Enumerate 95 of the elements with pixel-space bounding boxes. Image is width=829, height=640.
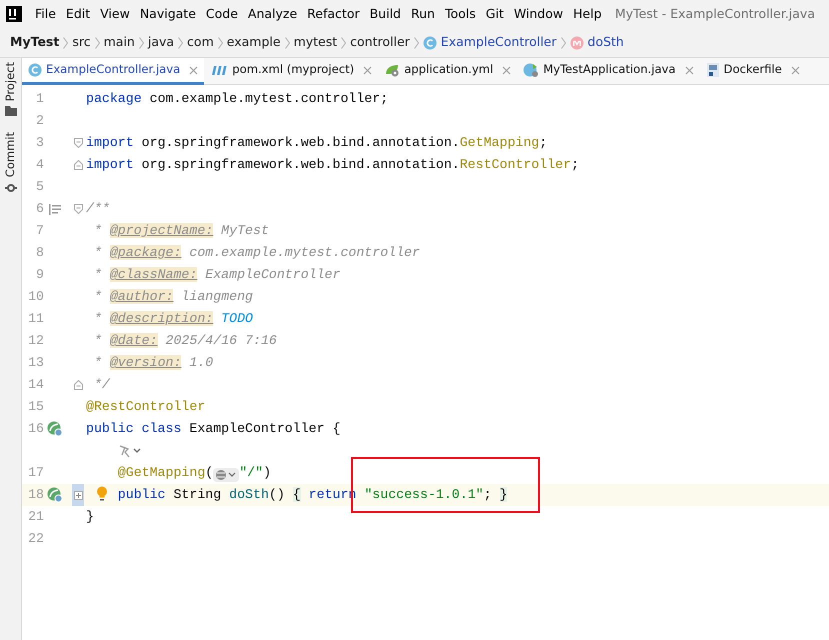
- menu-item[interactable]: Help: [568, 4, 607, 24]
- menu-item[interactable]: Edit: [60, 4, 96, 24]
- breadcrumb-item[interactable]: ExampleController: [422, 33, 557, 52]
- line-number: 8: [35, 244, 44, 262]
- commit-icon: [4, 182, 16, 194]
- chevron-icon: [63, 36, 68, 48]
- breadcrumb-item[interactable]: controller: [350, 33, 410, 52]
- chevron-icon: [341, 36, 346, 48]
- code-line: * @author: liangmeng: [92, 288, 253, 306]
- editor-tab[interactable]: ExampleController.java: [22, 58, 204, 85]
- breadcrumb-item[interactable]: com: [187, 33, 214, 52]
- code-line: * @className: ExampleController: [92, 266, 340, 284]
- code-line: * @date: 2025/4/16 7:16: [92, 332, 277, 350]
- doc-render-icon[interactable]: [49, 204, 61, 214]
- line-number: 18: [27, 486, 44, 504]
- editor-tab[interactable]: Dockerfile: [700, 58, 806, 85]
- chevron-icon: [178, 36, 184, 48]
- breadcrumb-item[interactable]: java: [148, 33, 174, 52]
- menu-item[interactable]: Window: [508, 4, 568, 24]
- menu-item[interactable]: Build: [364, 4, 406, 24]
- line-number: 3: [35, 134, 44, 152]
- breadcrumb-item[interactable]: src: [72, 33, 91, 52]
- line-number: 2: [35, 112, 44, 130]
- editor-tab[interactable]: MyTestApplication.java: [517, 58, 700, 85]
- fold-icon[interactable]: [74, 204, 82, 214]
- tool-window-button[interactable]: Commit: [2, 132, 20, 194]
- breadcrumb-item[interactable]: mytest: [294, 33, 338, 52]
- class-icon: [422, 36, 437, 50]
- line-number: 10: [27, 288, 44, 306]
- line-number: 17: [27, 464, 44, 482]
- menu-item[interactable]: Tools: [440, 4, 481, 24]
- line-number: 22: [27, 530, 44, 548]
- lightbulb-icon[interactable]: [96, 486, 108, 502]
- menu-item[interactable]: Navigate: [134, 4, 201, 24]
- code-line: }: [86, 508, 94, 526]
- breadcrumb-item[interactable]: example: [226, 33, 281, 52]
- chevron-icon: [414, 36, 419, 48]
- class-icon: [28, 63, 42, 77]
- fold-icon[interactable]: [74, 138, 82, 148]
- line-number: 13: [27, 354, 44, 372]
- line-number: 12: [27, 332, 44, 350]
- code-line: * @projectName: MyTest: [92, 222, 269, 240]
- breadcrumb-item[interactable]: main: [104, 33, 135, 52]
- line-number: 5: [35, 178, 44, 196]
- menu-item[interactable]: Refactor: [302, 4, 365, 24]
- tool-window-button[interactable]: Project: [2, 62, 20, 116]
- method-icon: [570, 36, 584, 50]
- code-line: */: [92, 376, 110, 394]
- chevron-icon: [138, 36, 144, 48]
- code-line: * @package: com.example.mytest.controller: [92, 244, 420, 262]
- code-line: public class ExampleController {: [86, 420, 340, 438]
- menu-item[interactable]: Run: [406, 4, 440, 24]
- line-number: 4: [35, 156, 44, 174]
- line-number: 14: [27, 376, 44, 394]
- menu-item[interactable]: Analyze: [242, 4, 302, 24]
- leaf-globe-icon[interactable]: [47, 487, 63, 503]
- line-number: 7: [35, 222, 44, 240]
- line-number: 15: [27, 398, 44, 416]
- chevron-icon: [284, 36, 290, 48]
- code-line: @RestController: [86, 398, 206, 416]
- chevron-icon: [560, 36, 566, 48]
- maven-icon: [210, 63, 228, 77]
- line-number: 21: [27, 508, 44, 526]
- chevron-icon: [218, 36, 223, 48]
- code-line: package com.example.mytest.controller;: [86, 90, 388, 108]
- line-number: 11: [27, 310, 44, 328]
- breadcrumb-item[interactable]: doSth: [570, 33, 624, 52]
- code-line: * @version: 1.0: [92, 354, 214, 372]
- code-line: @GetMapping( "/"): [116, 464, 272, 484]
- editor-tab[interactable]: pom.xml (myproject): [204, 58, 378, 85]
- file-icon: [706, 62, 720, 78]
- menu-item[interactable]: Code: [200, 4, 243, 24]
- menu-item[interactable]: View: [95, 4, 135, 24]
- leaf-globe-icon[interactable]: [47, 421, 63, 437]
- breadcrumb-item[interactable]: MyTest: [10, 33, 60, 52]
- code-line: import org.springframework.web.bind.annotation.RestController;: [86, 156, 580, 174]
- folder-icon: [4, 105, 16, 116]
- code-line: import org.springframework.web.bind.annotation.GetMapping;: [86, 134, 548, 152]
- line-number: 16: [27, 420, 44, 438]
- inlay-hint-icon[interactable]: [118, 444, 142, 458]
- code-line: /**: [86, 200, 110, 218]
- line-number: 6: [35, 200, 44, 218]
- fold-icon[interactable]: [74, 160, 82, 170]
- window-title: MyTest - ExampleController.java: [615, 4, 816, 23]
- chevron-icon: [94, 36, 100, 48]
- app-class-icon: [523, 62, 540, 78]
- leaf-gear-icon: [384, 63, 400, 77]
- fold-icon[interactable]: [74, 380, 82, 390]
- editor-tab[interactable]: application.yml: [378, 58, 518, 85]
- menu-item[interactable]: Git: [480, 4, 509, 24]
- line-number: 9: [35, 266, 44, 284]
- expand-icon[interactable]: [74, 490, 82, 500]
- line-number: 1: [35, 90, 44, 108]
- menu-item[interactable]: File: [30, 4, 61, 24]
- app-logo-icon: [6, 6, 22, 22]
